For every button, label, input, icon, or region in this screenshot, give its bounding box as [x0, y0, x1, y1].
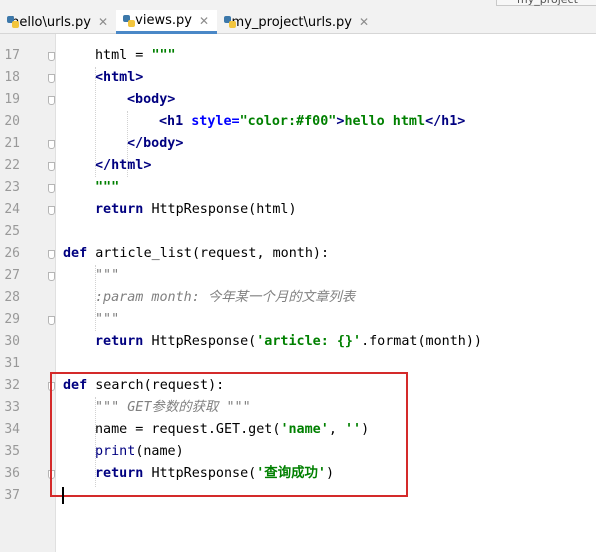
code-token: "color:#f00": [239, 114, 337, 129]
line-number: 29: [4, 312, 20, 327]
fold-marker-icon[interactable]: [48, 272, 55, 281]
code-token: </h1>: [425, 114, 466, 129]
line-number: 32: [4, 378, 20, 393]
close-icon[interactable]: ✕: [359, 15, 369, 29]
code-token: HttpResponse(: [151, 334, 257, 349]
code-text: </body>: [127, 133, 183, 155]
indent-guide: [127, 111, 128, 177]
code-token: </body>: [127, 136, 184, 151]
code-text: def article_list(request, month):: [63, 243, 329, 265]
tab-my-project-urls[interactable]: my_project\urls.py ✕: [217, 10, 377, 34]
python-file-icon: [223, 15, 235, 29]
code-token: article_list(request, month):: [95, 246, 330, 261]
code-token: """: [95, 180, 120, 195]
fold-marker-icon[interactable]: [48, 140, 55, 149]
code-line[interactable]: 26 def article_list(request, month):: [0, 243, 596, 265]
code-line[interactable]: 24 return HttpResponse(html): [0, 199, 596, 221]
tab-hello-urls[interactable]: hello\urls.py ✕: [0, 10, 116, 34]
line-number: 28: [4, 290, 20, 305]
fold-marker-icon[interactable]: [48, 184, 55, 193]
fold-marker-icon[interactable]: [48, 316, 55, 325]
code-line[interactable]: 17 html = """: [0, 45, 596, 67]
fold-marker-icon[interactable]: [48, 250, 55, 259]
code-token: HttpResponse(html): [151, 202, 297, 217]
code-text: <h1 style="color:#f00">hello html</h1>: [159, 111, 465, 133]
code-text: """: [95, 309, 119, 331]
indent-guide: [95, 67, 96, 177]
code-line[interactable]: 27 """: [0, 265, 596, 287]
fold-marker-icon[interactable]: [48, 162, 55, 171]
code-text: """: [95, 265, 119, 287]
fold-marker-icon[interactable]: [48, 206, 55, 215]
line-number: 27: [4, 268, 20, 283]
code-line[interactable]: 19 <body>: [0, 89, 596, 111]
line-number: 35: [4, 444, 20, 459]
code-token: <html>: [95, 70, 144, 85]
code-line[interactable]: 18 <html>: [0, 67, 596, 89]
code-token: <h1: [159, 114, 192, 129]
code-text: return HttpResponse(html): [95, 199, 297, 221]
highlight-box: [50, 372, 408, 497]
code-line[interactable]: 29 """: [0, 309, 596, 331]
code-token: </html>: [95, 158, 152, 173]
code-token: """: [151, 48, 176, 63]
code-line[interactable]: 28 :param month: 今年某一个月的文章列表: [0, 287, 596, 309]
close-icon[interactable]: ✕: [98, 15, 108, 29]
code-text: html = """: [95, 45, 176, 67]
code-token: <body>: [127, 92, 176, 107]
text-cursor: [62, 487, 64, 504]
code-text: :param month: 今年某一个月的文章列表: [95, 287, 355, 309]
tab-views[interactable]: views.py ✕: [116, 10, 217, 34]
code-token: html =: [95, 48, 152, 63]
line-number: 17: [4, 48, 20, 63]
code-line[interactable]: 20 <h1 style="color:#f00">hello html</h1>: [0, 111, 596, 133]
code-token: :param month: 今年某一个月的文章列表: [95, 290, 356, 305]
line-number: 21: [4, 136, 20, 151]
line-number: 31: [4, 356, 20, 371]
code-token: hello html: [344, 114, 426, 129]
code-text: return HttpResponse('article: {}'.format…: [95, 331, 482, 353]
code-line[interactable]: 23 """: [0, 177, 596, 199]
line-number: 37: [4, 488, 20, 503]
tab-label: my_project\urls.py: [231, 14, 352, 30]
line-number: 25: [4, 224, 20, 239]
line-number: 18: [4, 70, 20, 85]
fold-marker-icon[interactable]: [48, 52, 55, 61]
line-number: 23: [4, 180, 20, 195]
code-text: <body>: [127, 89, 175, 111]
project-selector[interactable]: my_project: [496, 0, 596, 6]
code-token: def: [63, 246, 96, 261]
indent-guide: [95, 265, 96, 331]
line-number: 19: [4, 92, 20, 107]
code-line[interactable]: 21 </body>: [0, 133, 596, 155]
code-token: """: [95, 312, 120, 327]
tab-label: views.py: [135, 13, 192, 28]
code-token: return: [95, 334, 152, 349]
code-token: 'article: {}': [256, 334, 362, 349]
code-text: <html>: [95, 67, 143, 89]
code-token: .format(month)): [361, 334, 482, 349]
fold-marker-icon[interactable]: [48, 96, 55, 105]
line-number: 36: [4, 466, 20, 481]
code-token: """: [95, 268, 120, 283]
line-number: 20: [4, 114, 20, 129]
fold-marker-icon[interactable]: [48, 74, 55, 83]
line-number: 30: [4, 334, 20, 349]
code-line[interactable]: 30 return HttpResponse('article: {}'.form…: [0, 331, 596, 353]
code-line[interactable]: 22 </html>: [0, 155, 596, 177]
editor-tab-bar: hello\urls.py ✕ views.py ✕ my_project\ur…: [0, 0, 596, 34]
code-token: style=: [191, 114, 240, 129]
line-number: 26: [4, 246, 20, 261]
python-file-icon: [122, 14, 136, 28]
code-text: </html>: [95, 155, 151, 177]
code-text: """: [95, 177, 119, 199]
tab-label: hello\urls.py: [11, 14, 91, 30]
line-number: 24: [4, 202, 20, 217]
code-token: return: [95, 202, 152, 217]
line-number: 33: [4, 400, 20, 415]
line-number: 34: [4, 422, 20, 437]
code-line[interactable]: 25: [0, 221, 596, 243]
line-number: 22: [4, 158, 20, 173]
close-icon[interactable]: ✕: [199, 14, 209, 28]
